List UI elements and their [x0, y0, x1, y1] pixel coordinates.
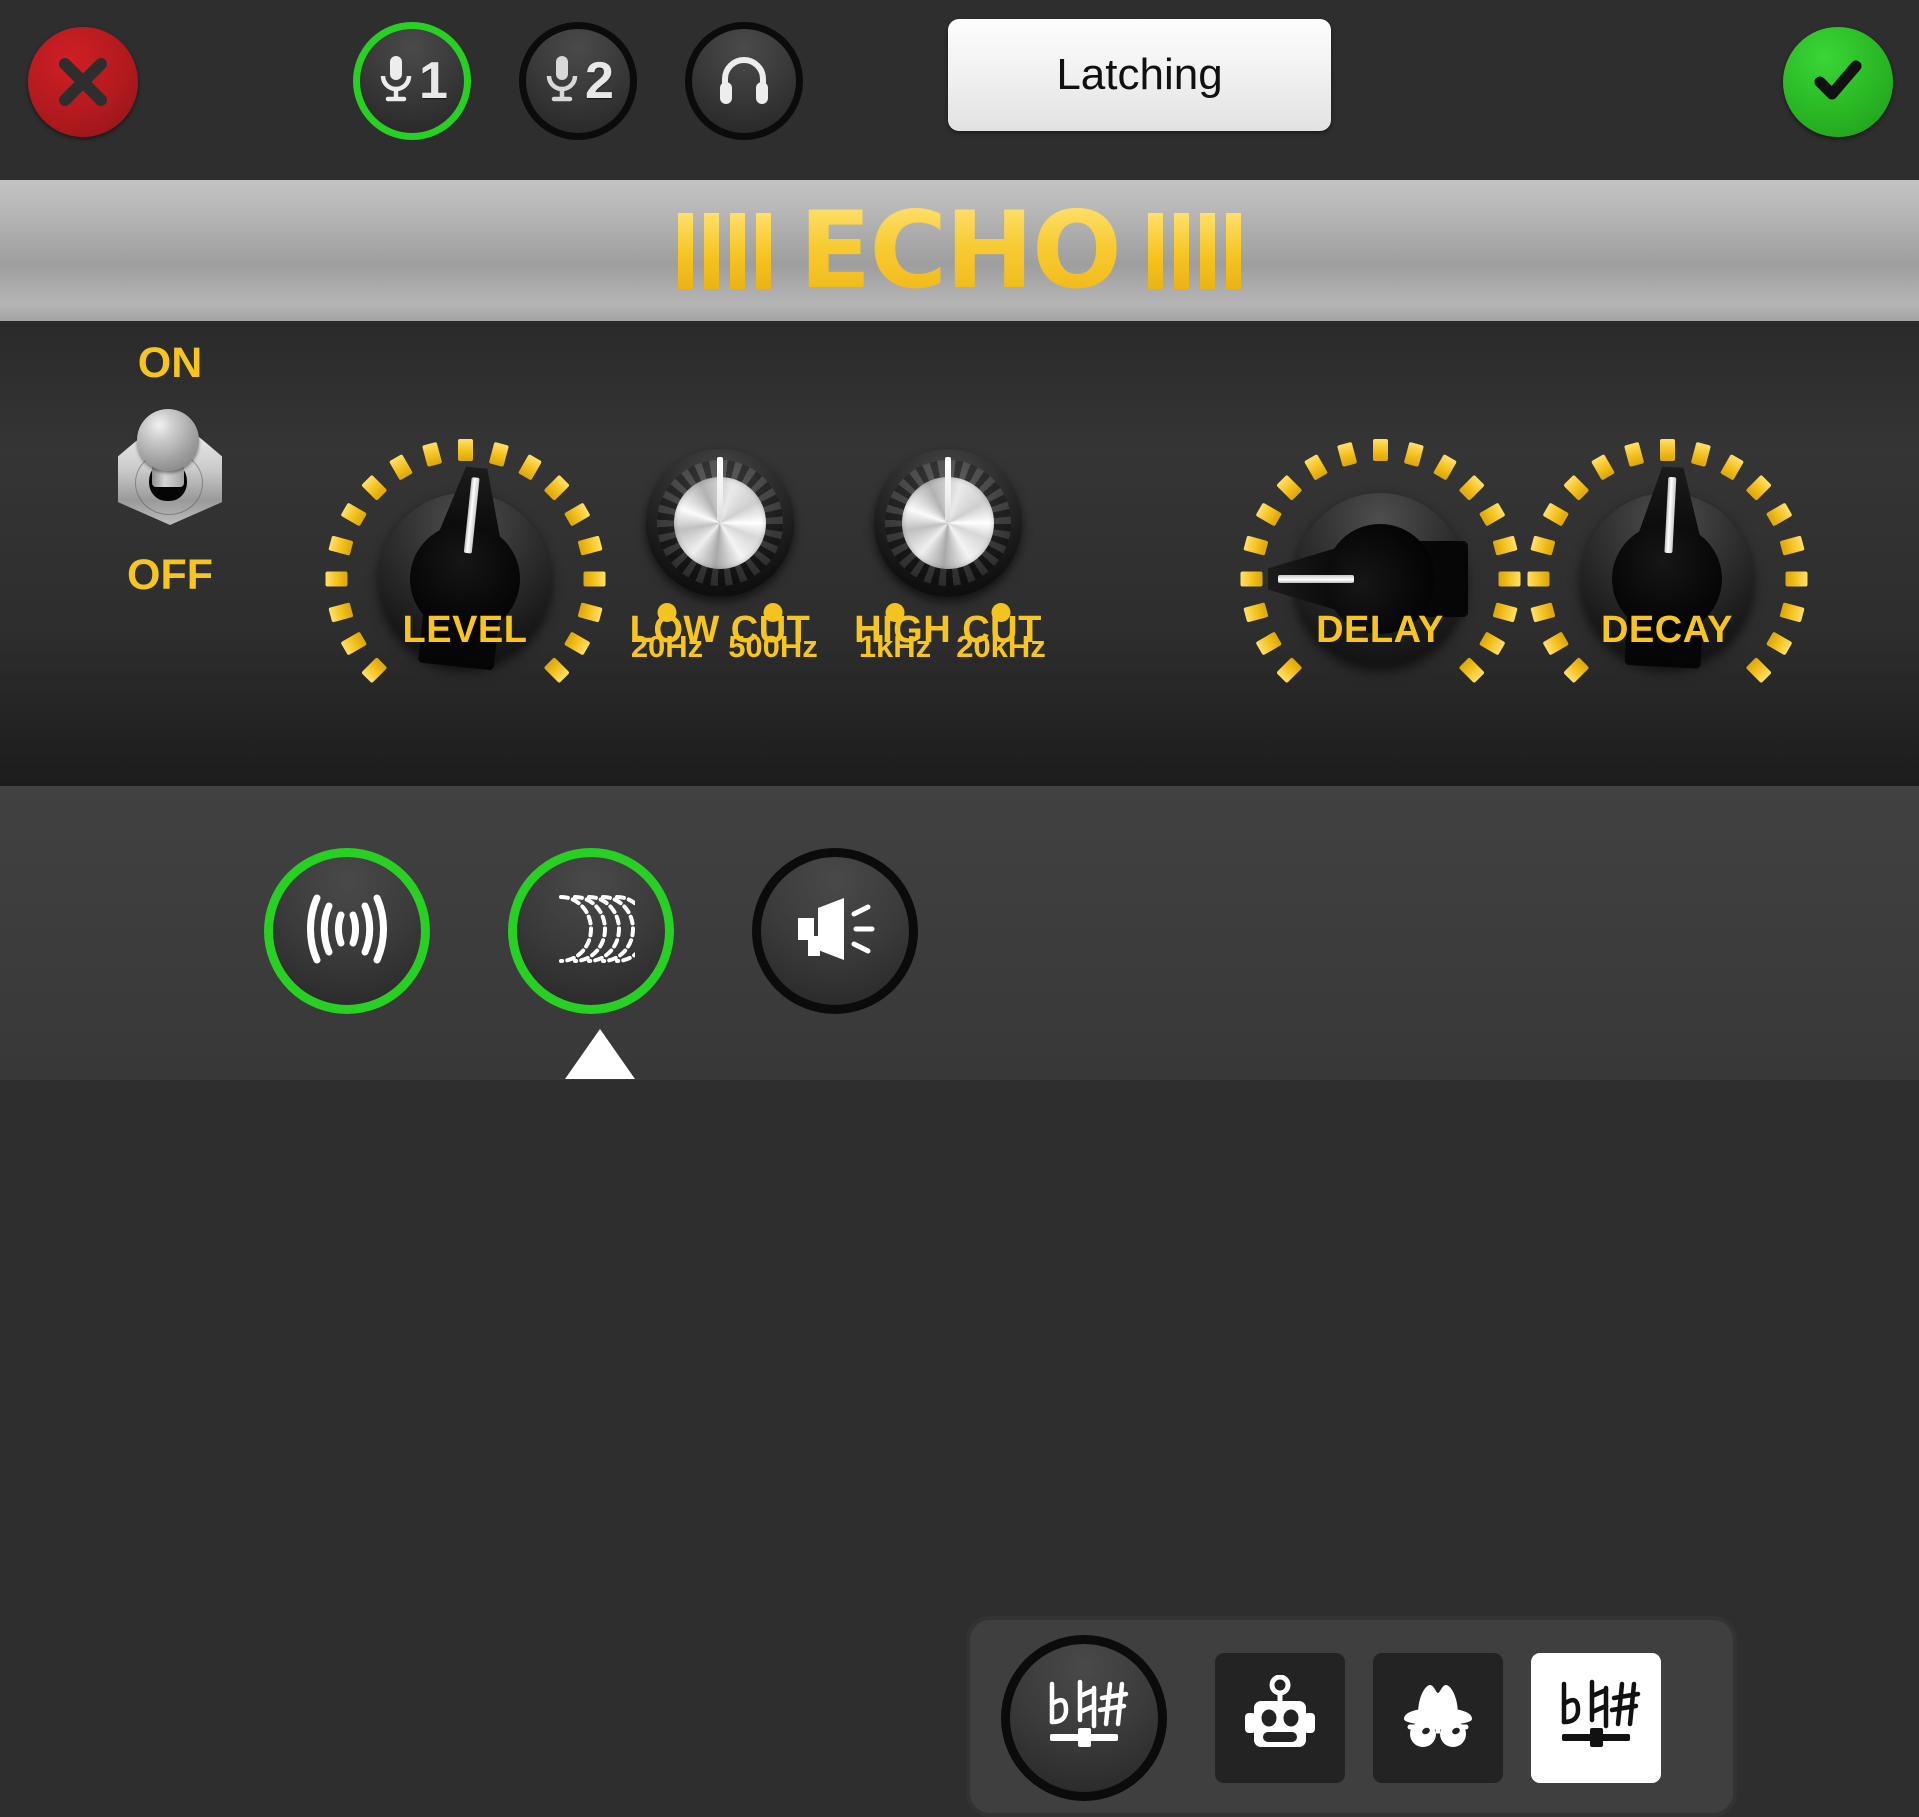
echo-effect-screen: 1 2 Latching ECHO ON OFF LEVEL 20Hz 500H…: [0, 0, 1919, 1817]
knob-rotor: [1520, 432, 1814, 726]
effect-title: ECHO: [793, 197, 1126, 304]
power-off-label: OFF: [127, 551, 213, 599]
logo-bars-left: [677, 212, 771, 289]
knob-indicator-line: [945, 457, 951, 521]
chrome-knob[interactable]: [874, 449, 1022, 597]
effect-button-megaphone[interactable]: [752, 848, 918, 1014]
knob-delay[interactable]: DELAY: [1240, 321, 1520, 786]
knob-high-cut[interactable]: 1kHz 20kHz HIGH CUT: [808, 321, 1088, 786]
voice-preset-group: [966, 1616, 1737, 1817]
knob-label: HIGH CUT: [854, 609, 1042, 651]
toggle-lever-ball[interactable]: [137, 409, 199, 471]
knob-label: LEVEL: [402, 609, 528, 651]
microphone-icon: [376, 52, 416, 111]
latching-mode-button[interactable]: Latching: [948, 19, 1331, 131]
knob-decay[interactable]: DECAY: [1527, 321, 1807, 786]
pointer-knob[interactable]: [1527, 439, 1807, 719]
voice-button-robot[interactable]: [1215, 1653, 1345, 1783]
pointer-knob[interactable]: [325, 439, 605, 719]
headphones-icon: [713, 48, 775, 115]
selected-indicator-triangle: [565, 1029, 635, 1079]
close-x-icon: [53, 52, 113, 112]
channel-button-mic-2[interactable]: 2: [519, 22, 637, 140]
knob-label: LOW CUT: [629, 609, 811, 651]
checkmark-icon: [1806, 48, 1870, 117]
effects-toolbar: [0, 786, 1919, 1817]
echo-arcs-icon: [547, 891, 649, 972]
top-toolbar: 1 2 Latching: [0, 0, 1919, 180]
knob-label: DELAY: [1316, 609, 1444, 651]
channel-label: 2: [585, 52, 614, 110]
knob-rotor: [1240, 439, 1520, 719]
megaphone-icon: [792, 894, 878, 969]
knob-rotor: [646, 449, 794, 597]
latching-mode-label: Latching: [1056, 50, 1223, 99]
logo-bars-right: [1148, 212, 1242, 289]
power-toggle[interactable]: ON OFF: [60, 321, 280, 786]
close-button[interactable]: [28, 27, 138, 137]
channel-label: 1: [419, 52, 448, 110]
knob-rotor: [311, 425, 619, 733]
effect-button-echo[interactable]: [508, 848, 674, 1014]
incognito-hat-icon: [1396, 1681, 1480, 1756]
knob-label: DECAY: [1600, 609, 1734, 651]
pitch-shift-icon: [1550, 1676, 1642, 1761]
voice-button-pitch[interactable]: [1001, 1635, 1167, 1801]
chrome-knob[interactable]: [646, 449, 794, 597]
pointer-knob[interactable]: [1240, 439, 1520, 719]
voice-button-pitch-selected[interactable]: [1531, 1653, 1661, 1783]
effect-button-reverb[interactable]: [264, 848, 430, 1014]
pitch-shift-icon: [1038, 1676, 1130, 1761]
robot-head-icon: [1242, 1674, 1318, 1762]
microphone-icon: [542, 52, 582, 111]
toggle-switch-body[interactable]: [116, 409, 224, 527]
knob-indicator-line: [717, 457, 723, 521]
voice-button-incognito[interactable]: [1373, 1653, 1503, 1783]
power-on-label: ON: [137, 339, 203, 387]
channel-button-mic-1[interactable]: 1: [353, 22, 471, 140]
channel-button-headphones[interactable]: [685, 22, 803, 140]
knob-rotor: [874, 449, 1022, 597]
confirm-button[interactable]: [1783, 27, 1893, 137]
sound-waves-icon: [301, 893, 393, 970]
knob-level[interactable]: LEVEL: [325, 321, 605, 786]
knob-indicator-line: [1278, 575, 1354, 583]
effect-title-banner: ECHO: [0, 180, 1919, 324]
control-panel: ON OFF LEVEL 20Hz 500Hz LOW CUT 1kHz 20k…: [0, 321, 1919, 786]
